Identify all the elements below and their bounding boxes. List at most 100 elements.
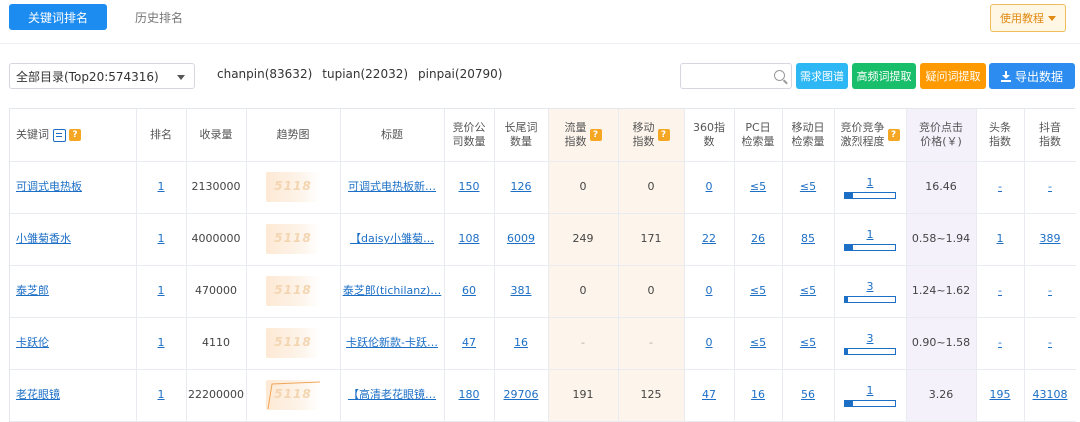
trend-chart-thumbnail[interactable]: 5118 [266, 328, 320, 358]
header-mobile: 移动 指数? [618, 109, 684, 161]
douyin-index-link[interactable]: 389 [1040, 232, 1061, 246]
index-360-link[interactable]: 0 [706, 336, 713, 350]
keyword-link-cell: 卡跃伦 [10, 317, 136, 369]
longtail-link[interactable]: 29706 [504, 388, 539, 402]
high-frequency-extract-button[interactable]: 高频词提取 [852, 63, 916, 89]
trend-chart-thumbnail[interactable]: 5118 [266, 224, 320, 254]
douyin-index-link[interactable]: - [1048, 180, 1052, 194]
keyword-link[interactable]: 可调式电热板 [16, 180, 82, 194]
mobile-daily-search-link[interactable]: 85 [801, 232, 815, 246]
pc-daily-search-link[interactable]: 16 [751, 388, 765, 402]
bid-companies-link[interactable]: 180 [459, 388, 480, 402]
competition-level-link[interactable]: 3 [867, 332, 874, 346]
competition-level-link[interactable]: 1 [867, 384, 874, 398]
longtail-link[interactable]: 381 [511, 284, 532, 298]
export-data-button[interactable]: 导出数据 [989, 63, 1075, 89]
mobile-daily-search-link[interactable]: 56 [801, 388, 815, 402]
question-word-extract-button[interactable]: 疑问词提取 [920, 63, 986, 89]
help-icon[interactable]: ? [657, 129, 670, 141]
demand-graph-button[interactable]: 需求图谱 [796, 63, 848, 89]
longtail-link[interactable]: 6009 [507, 232, 535, 246]
rank-link[interactable]: 1 [158, 284, 165, 298]
competition-indicator[interactable]: 3 [844, 332, 896, 355]
competition-indicator[interactable]: 3 [844, 280, 896, 303]
title-link[interactable]: 【高清老花眼镜… [348, 388, 436, 402]
competition-level-link[interactable]: 1 [867, 176, 874, 190]
trend-chart-thumbnail[interactable]: 5118 [266, 172, 320, 202]
rank-link[interactable]: 1 [158, 180, 165, 194]
index-360-link[interactable]: 0 [706, 180, 713, 194]
rank-link[interactable]: 1 [158, 388, 165, 402]
mobile-daily-search-link[interactable]: ≤5 [800, 336, 816, 350]
toutiao-index-link[interactable]: - [998, 336, 1002, 350]
title-link-cell: 泰芝郎(tichilanz)… [340, 265, 444, 317]
competition-level-link[interactable]: 3 [867, 280, 874, 294]
tutorial-button[interactable]: 使用教程 [990, 4, 1066, 32]
subdomain-link-pinpai[interactable]: pinpai(20790) [418, 67, 502, 81]
index-360-link[interactable]: 47 [702, 388, 716, 402]
keyword-link[interactable]: 老花眼镜 [16, 388, 60, 402]
bid-companies-link[interactable]: 150 [459, 180, 480, 194]
subdomain-link-chanpin[interactable]: chanpin(83632) [217, 67, 312, 81]
help-icon[interactable]: ? [69, 129, 81, 141]
pc-daily-search-link[interactable]: ≤5 [750, 180, 766, 194]
douyin-index-link-cell: - [1024, 161, 1076, 213]
directory-select[interactable]: 全部目录(Top20:574316) [9, 63, 195, 89]
mobile-daily-search-link[interactable]: ≤5 [800, 180, 816, 194]
title-link[interactable]: 【daisy小雏菊… [350, 232, 434, 246]
trend-chart-thumbnail[interactable]: 5118 [266, 380, 320, 410]
help-icon[interactable]: ? [589, 129, 602, 141]
toutiao-index-link[interactable]: 195 [990, 388, 1011, 402]
pc-daily-search-link-cell: ≤5 [734, 265, 782, 317]
indexed-value-cell: 4110 [186, 317, 246, 369]
title-link[interactable]: 泰芝郎(tichilanz)… [343, 284, 442, 298]
search-icon[interactable] [774, 70, 785, 81]
toutiao-index-link[interactable]: - [998, 180, 1002, 194]
toutiao-index-link-cell: 195 [976, 369, 1024, 421]
competition-indicator[interactable]: 1 [844, 384, 896, 407]
pc-daily-search-link[interactable]: ≤5 [750, 284, 766, 298]
douyin-index-link[interactable]: 43108 [1033, 388, 1068, 402]
competition-level-link[interactable]: 1 [867, 228, 874, 242]
keyword-search-input[interactable] [680, 63, 792, 89]
longtail-link[interactable]: 126 [511, 180, 532, 194]
keyword-link-cell: 老花眼镜 [10, 369, 136, 421]
traffic-index-value-cell: 191 [548, 369, 618, 421]
douyin-index-link[interactable]: - [1048, 336, 1052, 350]
indexed-value-cell: 2130000 [186, 161, 246, 213]
keyword-link[interactable]: 小雏菊香水 [16, 232, 71, 246]
rank-link[interactable]: 1 [158, 336, 165, 350]
competition-indicator[interactable]: 1 [844, 228, 896, 251]
watermark-logo: 5118 [274, 335, 312, 349]
header-idx360: 360指数 [684, 109, 734, 161]
pc-daily-search-link[interactable]: 26 [751, 232, 765, 246]
title-link[interactable]: 可调式电热板新… [348, 180, 436, 194]
pc-daily-search-link[interactable]: ≤5 [750, 336, 766, 350]
index-360-link[interactable]: 0 [706, 284, 713, 298]
douyin-index-link[interactable]: - [1048, 284, 1052, 298]
header-line: 数量 [510, 135, 532, 148]
bid-companies-link[interactable]: 60 [462, 284, 476, 298]
header-line: 价格(￥) [920, 135, 962, 148]
trend-chart-thumbnail[interactable]: 5118 [266, 276, 320, 306]
mobile-daily-search-link[interactable]: ≤5 [800, 284, 816, 298]
rank-link[interactable]: 1 [158, 232, 165, 246]
tab-history-ranking[interactable]: 历史排名 [124, 4, 194, 30]
title-link[interactable]: 卡跃伦新款-卡跃… [346, 336, 438, 350]
help-icon[interactable]: ? [887, 129, 900, 141]
toutiao-index-link[interactable]: - [998, 284, 1002, 298]
cpc-value-cell: 1.24~1.62 [906, 265, 976, 317]
competition-indicator[interactable]: 1 [844, 176, 896, 199]
bid-companies-link[interactable]: 47 [462, 336, 476, 350]
subdomain-link-tupian[interactable]: tupian(22032) [322, 67, 408, 81]
keyword-link[interactable]: 泰芝郎 [16, 284, 49, 298]
index-360-link[interactable]: 22 [702, 232, 716, 246]
bid-companies-link[interactable]: 108 [459, 232, 480, 246]
keyword-list-icon[interactable] [53, 128, 66, 142]
traffic-index-value: 191 [572, 388, 594, 401]
tab-keyword-ranking[interactable]: 关键词排名 [9, 4, 107, 30]
keyword-link[interactable]: 卡跃伦 [16, 336, 49, 350]
toutiao-index-link[interactable]: 1 [997, 232, 1004, 246]
longtail-link[interactable]: 16 [514, 336, 528, 350]
bid-companies-link-cell: 108 [444, 213, 494, 265]
